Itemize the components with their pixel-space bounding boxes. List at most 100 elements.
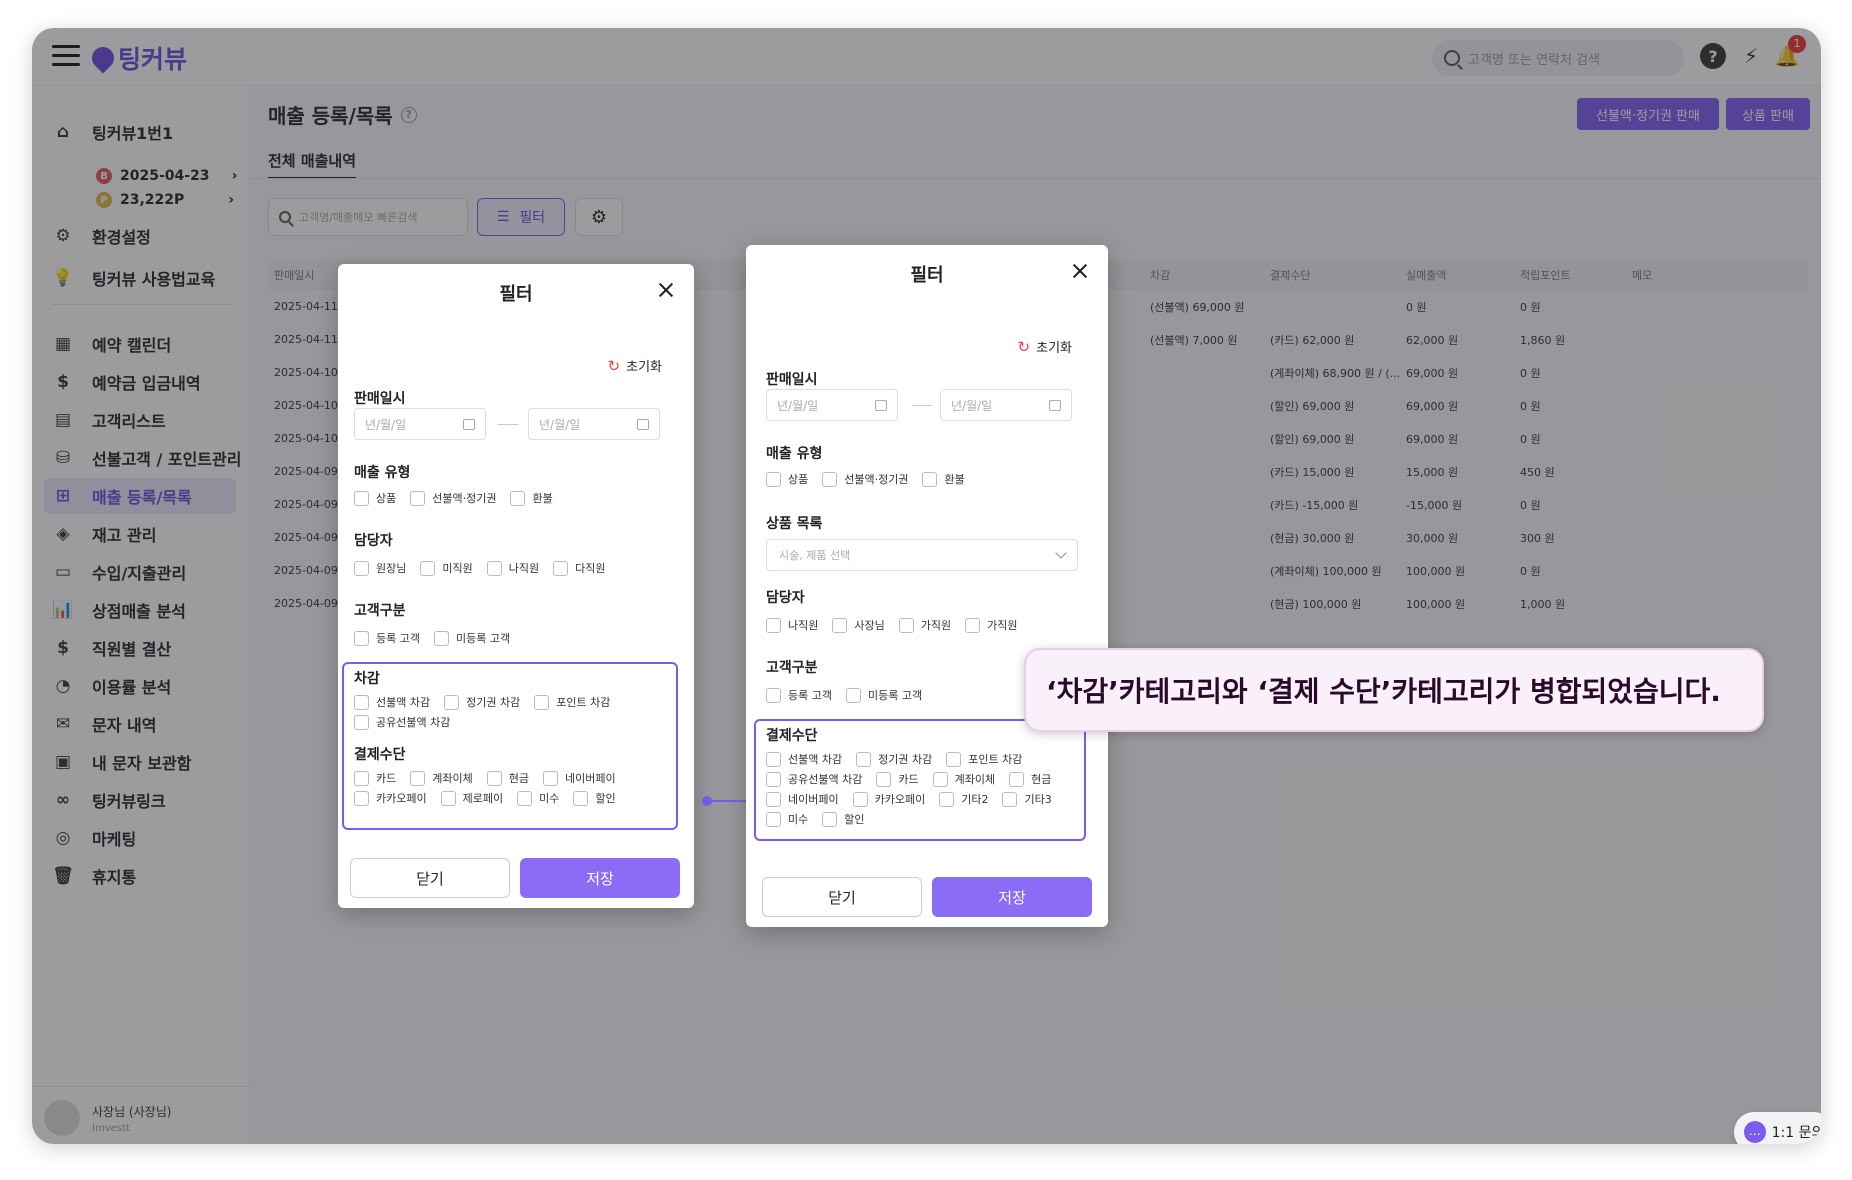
chevron-down-icon: [1055, 547, 1067, 559]
payment-options: 공유선불액 차감 카드 계좌이체 현금: [766, 771, 1065, 787]
date-label: 판매일시: [766, 372, 818, 388]
save-button[interactable]: 저장: [520, 858, 680, 898]
calendar-icon: [1049, 399, 1061, 411]
checkbox-payment[interactable]: 카드: [354, 770, 396, 786]
checkbox-payment[interactable]: 카카오페이: [354, 790, 427, 806]
date-placeholder: 년/월/일: [539, 417, 581, 432]
start-date-input[interactable]: 년/월/일: [354, 408, 486, 440]
checkbox-registered[interactable]: 등록 고객: [354, 630, 420, 646]
date-separator: [912, 405, 932, 406]
end-date-input[interactable]: 년/월/일: [940, 389, 1072, 421]
staff-options: 원장님 미직원 나직원 다직원: [354, 560, 620, 576]
start-date-input[interactable]: 년/월/일: [766, 389, 898, 421]
checkbox-staff[interactable]: 나직원: [486, 560, 539, 576]
customer-type-label: 고객구분: [766, 660, 818, 676]
reset-button[interactable]: ↻ 초기화: [1017, 337, 1072, 357]
checkbox-deduct[interactable]: 공유선불액 차감: [354, 714, 450, 730]
checkbox-deduct[interactable]: 포인트 차감: [534, 694, 610, 710]
sales-type-label: 매출 유형: [354, 465, 411, 481]
close-button[interactable]: 닫기: [350, 858, 510, 898]
checkbox-staff[interactable]: 사장님: [832, 617, 885, 633]
annotation-callout: ‘차감’카테고리와 ‘결제 수단’카테고리가 병합되었습니다.: [1024, 648, 1764, 732]
checkbox-payment[interactable]: 정기권 차감: [856, 751, 932, 767]
checkbox-prepaid[interactable]: 선불액·정기권: [822, 471, 908, 487]
payment-label: 결제수단: [766, 728, 818, 744]
refresh-icon: ↻: [607, 356, 621, 375]
checkbox-payment[interactable]: 계좌이체: [932, 771, 995, 787]
staff-label: 담당자: [766, 590, 805, 606]
checkbox-payment[interactable]: 공유선불액 차감: [766, 771, 862, 787]
checkbox-payment[interactable]: 계좌이체: [410, 770, 473, 786]
checkbox-deduct[interactable]: 선불액 차감: [354, 694, 430, 710]
filter-modal-after: 필터 ↻ 초기화 판매일시 년/월/일 년/월/일 매출 유형 상품 선불액·정…: [746, 245, 1108, 927]
refresh-icon: ↻: [1017, 337, 1031, 356]
checkbox-deduct[interactable]: 정기권 차감: [444, 694, 520, 710]
sales-type-label: 매출 유형: [766, 446, 823, 462]
checkbox-payment[interactable]: 미수: [517, 790, 559, 806]
checkbox-staff[interactable]: 다직원: [553, 560, 606, 576]
checkbox-payment[interactable]: 네이버페이: [542, 770, 616, 786]
deduct-options: 선불액 차감 정기권 차감 포인트 차감: [354, 694, 624, 710]
date-separator: [498, 424, 518, 425]
checkbox-prepaid[interactable]: 선불액·정기권: [410, 490, 496, 506]
checkbox-product[interactable]: 상품: [354, 490, 396, 506]
close-button[interactable]: 닫기: [762, 877, 922, 917]
checkbox-payment[interactable]: 기타3: [1002, 791, 1052, 807]
reset-button[interactable]: ↻ 초기화: [607, 356, 662, 376]
checkbox-payment[interactable]: 카카오페이: [852, 791, 925, 807]
payment-options: 네이버페이 카카오페이 기타2 기타3: [766, 791, 1066, 807]
sales-type-options: 상품 선불액·정기권 환불: [766, 471, 979, 487]
calendar-icon: [875, 399, 887, 411]
modal-title: 필터: [910, 265, 944, 286]
checkbox-staff[interactable]: 가직원: [898, 617, 951, 633]
sales-type-options: 상품 선불액·정기권 환불: [354, 490, 567, 506]
checkbox-payment[interactable]: 현금: [1009, 771, 1051, 787]
reset-label: 초기화: [626, 360, 662, 375]
checkbox-staff[interactable]: 원장님: [354, 560, 406, 576]
checkbox-registered[interactable]: 등록 고객: [766, 687, 832, 703]
date-placeholder: 년/월/일: [777, 398, 819, 413]
checkbox-payment[interactable]: 선불액 차감: [766, 751, 842, 767]
payment-options: 카드 계좌이체 현금 네이버페이: [354, 770, 630, 786]
checkbox-payment[interactable]: 현금: [486, 770, 529, 786]
checkbox-payment[interactable]: 할인: [822, 811, 865, 827]
checkbox-refund[interactable]: 환불: [922, 471, 965, 487]
payment-options: 선불액 차감 정기권 차감 포인트 차감: [766, 751, 1036, 767]
close-icon[interactable]: [656, 280, 676, 300]
customer-type-label: 고객구분: [354, 603, 406, 619]
connector-dot: [702, 796, 712, 806]
staff-label: 담당자: [354, 533, 393, 549]
checkbox-staff[interactable]: 가직원: [965, 617, 1018, 633]
date-placeholder: 년/월/일: [365, 417, 407, 432]
checkbox-refund[interactable]: 환불: [510, 490, 553, 506]
product-select[interactable]: 시술, 제품 선택: [766, 539, 1078, 571]
chat-inquiry-button[interactable]: … 1:1 문의: [1734, 1112, 1821, 1144]
customer-options: 등록 고객 미등록 고객: [766, 687, 936, 703]
deduct-options: 공유선불액 차감: [354, 714, 464, 730]
checkbox-payment[interactable]: 기타2: [939, 791, 988, 807]
checkbox-product[interactable]: 상품: [766, 471, 808, 487]
checkbox-payment[interactable]: 카드: [876, 771, 919, 787]
checkbox-unregistered[interactable]: 미등록 고객: [845, 687, 922, 703]
checkbox-payment[interactable]: 미수: [766, 811, 808, 827]
payment-options: 카카오페이 제로페이 미수 할인: [354, 790, 630, 806]
staff-options: 나직원 사장님 가직원 가직원: [766, 617, 1032, 633]
date-label: 판매일시: [354, 391, 406, 407]
checkbox-staff[interactable]: 나직원: [766, 617, 818, 633]
checkbox-payment[interactable]: 제로페이: [440, 790, 503, 806]
product-list-label: 상품 목록: [766, 516, 823, 532]
reset-label: 초기화: [1036, 341, 1072, 356]
checkbox-unregistered[interactable]: 미등록 고객: [433, 630, 510, 646]
end-date-input[interactable]: 년/월/일: [528, 408, 660, 440]
checkbox-staff[interactable]: 미직원: [420, 560, 473, 576]
calendar-icon: [463, 418, 475, 430]
payment-options: 미수 할인: [766, 811, 879, 827]
chat-label: 1:1 문의: [1771, 1125, 1821, 1141]
filter-modal-before: 필터 ↻ 초기화 판매일시 년/월/일 년/월/일 매출 유형 상품 선불액·정…: [338, 264, 694, 908]
close-icon[interactable]: [1070, 261, 1090, 281]
save-button[interactable]: 저장: [932, 877, 1092, 917]
checkbox-payment[interactable]: 포인트 차감: [946, 751, 1022, 767]
checkbox-payment[interactable]: 네이버페이: [766, 791, 839, 807]
customer-options: 등록 고객 미등록 고객: [354, 630, 524, 646]
checkbox-payment[interactable]: 할인: [573, 790, 616, 806]
